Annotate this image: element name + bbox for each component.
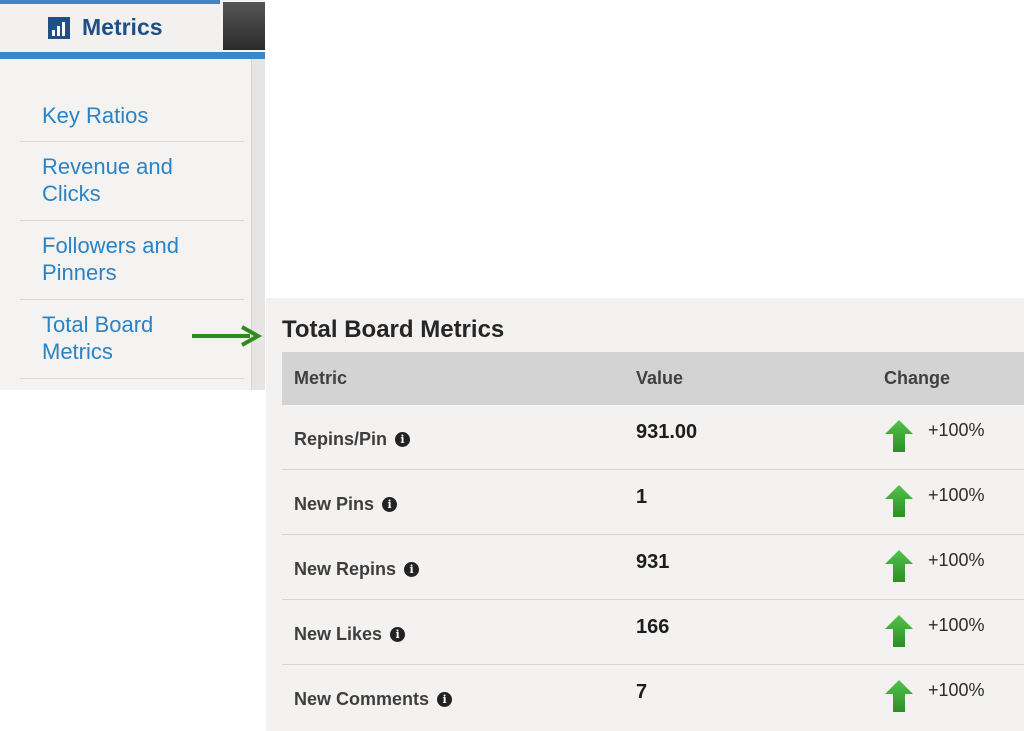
value-cell: 1 (636, 486, 648, 508)
sidebar-item-key-ratios[interactable]: Key Ratios (20, 90, 244, 142)
page: Metrics Key Ratios Revenue and Clicks Fo… (0, 0, 1024, 731)
sidebar-item-followers-and-pinners[interactable]: Followers and Pinners (20, 221, 244, 300)
value-cell: 166 (636, 616, 670, 638)
metric-cell: New Comments i (294, 689, 453, 710)
metric-label: New Pins (294, 494, 375, 514)
table-row: New Comments i 7 +100% (282, 665, 1024, 730)
metrics-table: Metric Value Change Repins/Pin i 931.00 (282, 352, 1024, 730)
info-icon[interactable]: i (382, 497, 398, 512)
change-cell: +100% (884, 484, 985, 518)
green-up-arrow-icon (885, 680, 913, 712)
table-row: New Pins i 1 +100% (282, 470, 1024, 535)
metric-cell: Repins/Pin i (294, 429, 411, 450)
sidebar-header-toggle[interactable] (223, 2, 265, 50)
panel-title: Total Board Metrics (282, 316, 505, 343)
green-up-arrow-icon (885, 615, 913, 647)
table-row: New Likes i 166 +100% (282, 600, 1024, 665)
sidebar-title: Metrics (82, 14, 163, 40)
change-value: +100% (928, 550, 985, 570)
sidebar-header-content: Metrics (48, 14, 163, 41)
value-cell: 931.00 (636, 421, 698, 443)
info-icon[interactable]: i (390, 627, 406, 642)
change-value: +100% (928, 485, 985, 505)
value-cell: 931 (636, 551, 670, 573)
table-row: New Repins i 931 +100% (282, 535, 1024, 600)
change-cell: +100% (884, 679, 985, 713)
info-icon[interactable]: i (395, 432, 411, 447)
info-icon[interactable]: i (437, 692, 453, 707)
column-header-change: Change (884, 368, 951, 388)
sidebar-item-revenue-and-clicks[interactable]: Revenue and Clicks (20, 142, 244, 221)
info-icon[interactable]: i (404, 562, 420, 577)
value-cell: 7 (636, 681, 648, 703)
green-up-arrow-icon (885, 420, 913, 452)
sidebar-item-label[interactable]: Followers and Pinners (42, 232, 244, 286)
total-board-metrics-panel: Total Board Metrics Metric Value Change … (266, 298, 1024, 731)
change-value: +100% (928, 615, 985, 635)
table-row: Repins/Pin i 931.00 +100% (282, 405, 1024, 470)
metric-label: Repins/Pin (294, 429, 388, 449)
change-cell: +100% (884, 614, 985, 648)
green-right-arrow-icon (192, 325, 263, 347)
metric-label: New Comments (294, 689, 430, 709)
change-value: +100% (928, 420, 985, 440)
green-up-arrow-icon (885, 550, 913, 582)
column-header-value: Value (636, 368, 684, 388)
column-header-metric: Metric (294, 368, 348, 388)
sidebar-header-divider (0, 52, 265, 59)
metric-cell: New Pins i (294, 494, 398, 515)
metric-cell: New Repins i (294, 559, 420, 580)
metric-label: New Repins (294, 559, 397, 579)
sidebar-header[interactable]: Metrics (0, 0, 220, 52)
change-value: +100% (928, 680, 985, 700)
metric-label: New Likes (294, 624, 383, 644)
green-up-arrow-icon (885, 485, 913, 517)
sidebar-item-label[interactable]: Revenue and Clicks (42, 153, 244, 207)
table-header: Metric Value Change (282, 352, 1024, 405)
metric-cell: New Likes i (294, 624, 406, 645)
change-cell: +100% (884, 419, 985, 453)
bar-chart-icon (48, 16, 70, 39)
change-cell: +100% (884, 549, 985, 583)
sidebar-item-label[interactable]: Key Ratios (42, 103, 148, 128)
